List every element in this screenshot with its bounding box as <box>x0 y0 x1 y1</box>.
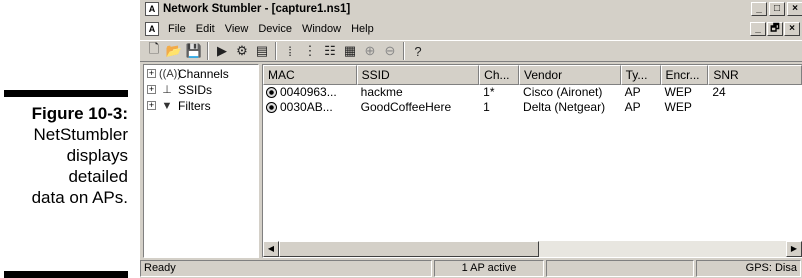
zoom-in-icon[interactable]: ⊕ <box>360 42 380 60</box>
menu-file[interactable]: File <box>163 23 191 35</box>
vendor-cell: Cisco (Aironet) <box>523 85 603 99</box>
ssid-cell: GoodCoffeeHere <box>360 100 452 114</box>
status-ap-count: 1 AP active <box>434 260 544 277</box>
app-window: A Network Stumbler - [capture1.ns1] _ □ … <box>139 0 802 278</box>
document-icon[interactable]: A <box>145 22 159 36</box>
type-cell: AP <box>624 100 641 114</box>
properties-icon[interactable]: ▤ <box>252 42 272 60</box>
document-controls: _ 🗗 × <box>750 22 800 36</box>
antenna-icon: ((A)) <box>159 67 181 80</box>
list-header: MAC SSID Ch... Vendor Ty... Encr... SNR <box>263 65 802 85</box>
ap-list: MAC SSID Ch... Vendor Ty... Encr... SNR … <box>262 64 802 258</box>
channel-cell: 1* <box>483 85 495 99</box>
filter-icon: ▼ <box>161 99 173 112</box>
zoom-out-icon[interactable]: ⊖ <box>380 42 400 60</box>
menu-view[interactable]: View <box>220 23 254 35</box>
ap-icon <box>266 102 277 113</box>
window-controls: _ □ × <box>751 2 802 16</box>
maximize-button[interactable]: □ <box>769 2 785 16</box>
network-icon: ⊥ <box>162 84 172 96</box>
snr-cell <box>708 100 802 115</box>
expand-icon[interactable]: + <box>147 69 156 78</box>
scroll-left-icon[interactable]: ◀ <box>263 241 279 257</box>
toolbar: 🗋 📂 💾 ▶ ⚙ ▤ ⁞ ⋮ ☷ ▦ ⊕ ⊖ ? <box>140 40 802 62</box>
table-row[interactable]: 0040963... hackme 1* Cisco (Aironet) AP … <box>263 85 802 100</box>
column-header-ssid[interactable]: SSID <box>356 65 480 85</box>
channel-cell: 1 <box>483 100 490 114</box>
list-icon[interactable]: ☷ <box>320 42 340 60</box>
table-row[interactable]: 0030AB... GoodCoffeeHere 1 Delta (Netgea… <box>263 100 802 115</box>
app-icon[interactable]: A <box>145 2 159 16</box>
scroll-right-icon[interactable]: ▶ <box>786 241 802 257</box>
save-icon[interactable]: 💾 <box>184 42 204 60</box>
ap-icon <box>266 87 277 98</box>
encryption-cell: WEP <box>664 100 692 114</box>
column-header-vendor[interactable]: Vendor <box>519 65 621 85</box>
ssid-cell: hackme <box>360 85 403 99</box>
scan-icon[interactable]: ⚙ <box>232 42 252 60</box>
toolbar-separator <box>275 42 277 60</box>
menu-window[interactable]: Window <box>297 23 346 35</box>
mac-value: 0040963... <box>280 85 337 99</box>
open-icon[interactable]: 📂 <box>164 42 184 60</box>
tree-item-label: SSIDs <box>178 82 213 97</box>
scrollbar-thumb[interactable] <box>279 241 539 257</box>
column-header-mac[interactable]: MAC <box>263 65 357 85</box>
play-icon[interactable]: ▶ <box>212 42 232 60</box>
mac-value: 0030AB... <box>280 100 333 114</box>
window-title: Network Stumbler - [capture1.ns1] <box>163 3 351 15</box>
expand-icon[interactable]: + <box>147 85 156 94</box>
figure-number: Figure 10-3: <box>31 104 128 123</box>
tree-icon[interactable]: ⋮ <box>300 42 320 60</box>
caption-line: detailed <box>68 167 128 186</box>
toolbar-separator <box>403 42 405 60</box>
tree-item-channels[interactable]: + ((A)) Channels <box>144 66 258 81</box>
status-blank <box>546 260 694 277</box>
snr-cell: 24 <box>712 85 726 99</box>
tree-pane: + ((A)) Channels + ⊥ SSIDs + ▼ Filters <box>143 64 259 258</box>
menu-edit[interactable]: Edit <box>191 23 220 35</box>
column-header-snr[interactable]: SNR <box>708 65 802 85</box>
menu-bar: A File Edit View Device Window Help <box>140 20 802 38</box>
mac-cell: 0040963... <box>263 85 357 100</box>
type-cell: AP <box>624 85 641 99</box>
small-icons-icon[interactable]: ⁞ <box>280 42 300 60</box>
new-icon[interactable]: 🗋 <box>144 41 164 60</box>
caption-rule-top <box>4 90 128 97</box>
status-bar: Ready 1 AP active GPS: Disa <box>140 260 802 278</box>
tree-item-ssids[interactable]: + ⊥ SSIDs <box>144 82 258 97</box>
column-header-channel[interactable]: Ch... <box>479 65 520 85</box>
column-header-type[interactable]: Ty... <box>620 65 661 85</box>
doc-close-button[interactable]: × <box>784 22 800 36</box>
caption-rule-bottom <box>4 271 128 278</box>
horizontal-scrollbar[interactable]: ◀ ▶ <box>263 241 802 257</box>
column-header-encryption[interactable]: Encr... <box>660 65 709 85</box>
figure-caption: Figure 10-3: NetStumbler displays detail… <box>0 103 128 208</box>
title-bar[interactable]: A Network Stumbler - [capture1.ns1] _ □ … <box>140 0 802 18</box>
caption-line: data on APs. <box>31 188 128 207</box>
status-gps: GPS: Disa <box>696 260 801 277</box>
expand-icon[interactable]: + <box>147 101 156 110</box>
caption-line: NetStumbler <box>33 125 128 144</box>
status-ready: Ready <box>140 260 432 277</box>
doc-restore-button[interactable]: 🗗 <box>767 22 783 36</box>
details-icon[interactable]: ▦ <box>340 42 360 60</box>
minimize-button[interactable]: _ <box>751 2 767 16</box>
vendor-cell: Delta (Netgear) <box>523 100 606 114</box>
toolbar-separator <box>207 42 209 60</box>
caption-line: displays <box>66 146 128 165</box>
tree-item-label: Channels <box>178 66 229 81</box>
help-icon[interactable]: ? <box>408 42 428 60</box>
mac-cell: 0030AB... <box>263 100 357 115</box>
menu-device[interactable]: Device <box>253 23 297 35</box>
close-button[interactable]: × <box>787 2 802 16</box>
doc-minimize-button[interactable]: _ <box>750 22 766 36</box>
menu-help[interactable]: Help <box>346 23 379 35</box>
tree-item-filters[interactable]: + ▼ Filters <box>144 98 258 113</box>
encryption-cell: WEP <box>664 85 692 99</box>
tree-item-label: Filters <box>178 98 211 113</box>
